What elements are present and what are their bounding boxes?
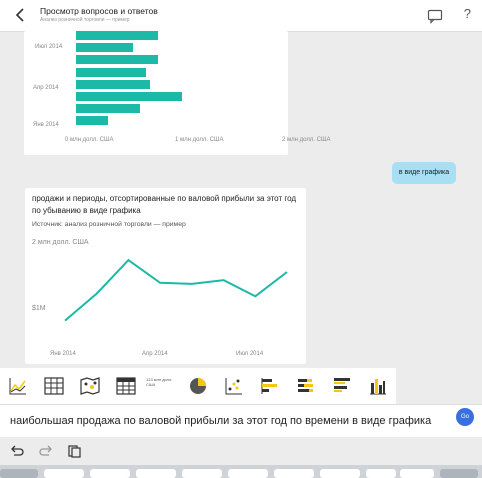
line-chart-card[interactable]: продажи и периоды, отсортированные по ва… xyxy=(25,188,306,364)
keyboard-key[interactable] xyxy=(136,469,176,478)
keyboard-key[interactable] xyxy=(274,469,314,478)
clipboard-icon[interactable] xyxy=(66,444,82,458)
x-tick-label: Апр 2014 xyxy=(142,351,168,357)
keyboard-key[interactable] xyxy=(366,469,396,478)
x-tick-label: Янв 2014 xyxy=(50,351,76,357)
x-tick-label: Июл 2014 xyxy=(236,351,264,357)
stacked-bar-icon xyxy=(298,379,313,392)
undo-icon[interactable] xyxy=(9,444,25,458)
viz-line-chart-button[interactable] xyxy=(0,368,36,404)
viz-card-button[interactable]: 123 млн долл. США xyxy=(144,368,180,404)
line-chart-icon xyxy=(9,378,26,395)
y-tick-label: Апр 2014 xyxy=(33,85,59,91)
user-message-bubble: в виде графика xyxy=(392,162,456,184)
card-icon: 123 млн долл. США xyxy=(146,377,173,387)
viz-bar-button[interactable] xyxy=(252,368,288,404)
viz-table-button[interactable] xyxy=(36,368,72,404)
keyboard-key[interactable] xyxy=(320,469,360,478)
y-tick-label: Июл 2014 xyxy=(35,44,63,50)
viz-pie-button[interactable] xyxy=(180,368,216,404)
viz-map-button[interactable] xyxy=(72,368,108,404)
keyboard-key[interactable] xyxy=(400,469,434,478)
table-icon xyxy=(44,377,64,395)
bar[interactable] xyxy=(76,55,158,65)
viz-column-button[interactable] xyxy=(360,368,396,404)
bar[interactable] xyxy=(76,104,140,114)
keyboard-key[interactable] xyxy=(90,469,130,478)
question-input[interactable]: наибольшая продажа по валовой прибыли за… xyxy=(10,415,460,427)
line-chart xyxy=(64,258,288,322)
viz-matrix-button[interactable] xyxy=(108,368,144,404)
scatter-map-icon xyxy=(80,377,100,395)
bar[interactable] xyxy=(76,43,134,53)
keyboard-key[interactable] xyxy=(44,469,84,478)
x-tick-label: 1 млн долл. США xyxy=(175,137,224,143)
send-button[interactable]: Gо xyxy=(456,408,474,426)
bar-chart-icon xyxy=(261,378,277,394)
viz-stacked-bar-button[interactable] xyxy=(288,368,324,404)
y-tick-label: Янв 2014 xyxy=(33,122,59,128)
keyboard xyxy=(0,465,482,478)
scatter-chart-icon xyxy=(225,378,242,395)
chat-icon[interactable] xyxy=(427,8,443,24)
bar[interactable] xyxy=(76,67,146,77)
pie-chart-icon xyxy=(190,378,206,394)
viz-scatter-button[interactable] xyxy=(216,368,252,404)
app-header: Просмотр вопросов и ответов Анализ розни… xyxy=(0,0,482,32)
help-icon[interactable]: ? xyxy=(464,6,471,21)
back-arrow-icon[interactable] xyxy=(12,6,30,24)
series-line xyxy=(64,258,288,322)
keyboard-key[interactable] xyxy=(440,469,478,478)
keyboard-key[interactable] xyxy=(0,469,38,478)
bar[interactable] xyxy=(76,31,158,40)
bar-chart-card[interactable]: Июл 2014 Апр 2014 Янв 2014 0 млн долл. С… xyxy=(24,31,331,155)
x-tick-label: 2 млн долл. США xyxy=(282,137,331,143)
column-chart-icon xyxy=(370,379,386,395)
visualization-picker: 123 млн долл. США xyxy=(0,368,396,404)
matrix-icon xyxy=(116,377,136,395)
keyboard-key[interactable] xyxy=(182,469,222,478)
question-input-row: наибольшая продажа по валовой прибыли за… xyxy=(0,404,482,438)
page-subtitle: Анализ розничной торговли — пример xyxy=(40,17,130,23)
viz-clustered-bar-button[interactable] xyxy=(324,368,360,404)
bar[interactable] xyxy=(76,92,182,101)
page-title: Просмотр вопросов и ответов xyxy=(40,6,158,16)
edit-toolbar xyxy=(0,437,482,465)
clustered-bar-icon xyxy=(334,378,350,392)
x-tick-label: 0 млн долл. США xyxy=(65,137,114,143)
bar[interactable] xyxy=(76,79,151,89)
bar[interactable] xyxy=(76,116,108,126)
redo-icon[interactable] xyxy=(38,444,54,458)
keyboard-key[interactable] xyxy=(228,469,268,478)
